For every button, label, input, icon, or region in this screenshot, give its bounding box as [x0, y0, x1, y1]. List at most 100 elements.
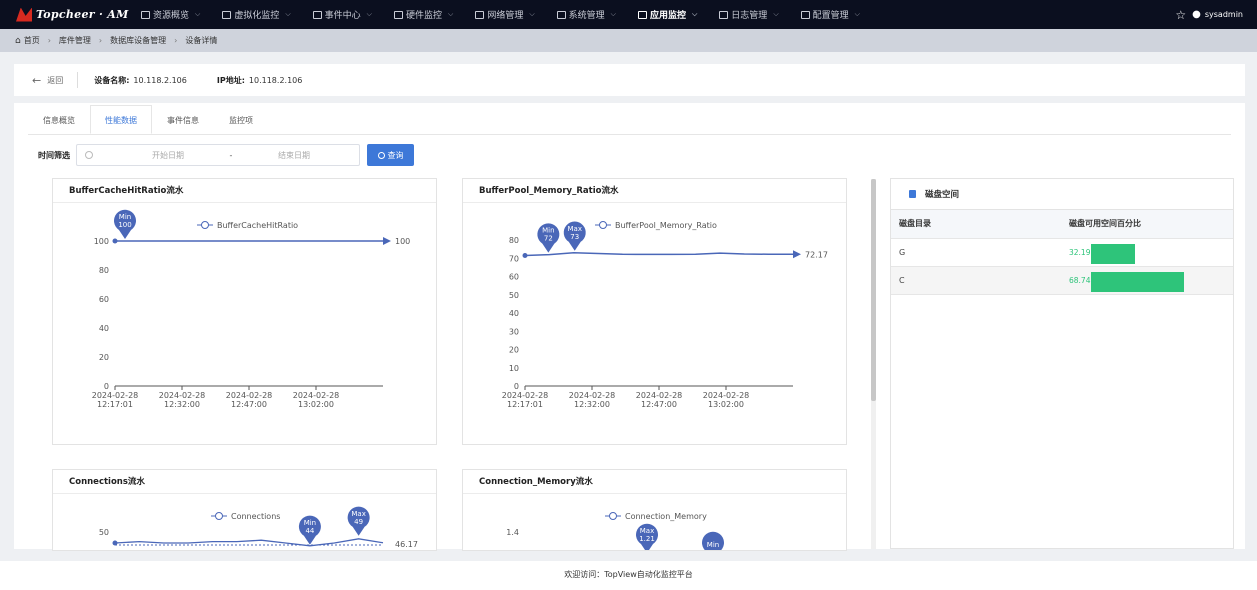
legend-entry: Connections	[231, 512, 280, 521]
y-tick-label: 20	[99, 353, 109, 362]
menu-icon	[719, 10, 729, 19]
y-tick-label: 60	[509, 273, 519, 282]
x-tick-label-time: 12:17:01	[97, 400, 133, 409]
y-tick-label: 0	[514, 382, 519, 391]
chart-card-connection-memory: Connection_Memory流水 Connection_Memory 1.4…	[462, 469, 847, 551]
search-icon	[377, 151, 385, 159]
y-tick-label: 0	[104, 382, 109, 391]
nav-item-5[interactable]: 系统管理 ⌵	[546, 0, 627, 29]
legend-marker	[609, 512, 617, 520]
chart-card-connections: Connections流水 Connections 50 46.17 Min 44 Max…	[52, 469, 437, 551]
x-tick-label-date: 2024-02-28	[636, 391, 683, 400]
tab-3[interactable]: 监控项	[214, 105, 268, 134]
max-marker-value: 1.21	[639, 535, 655, 543]
username[interactable]: sysadmin	[1205, 10, 1243, 19]
footer: 欢迎访问：TopView自动化监控平台	[0, 561, 1257, 590]
nav-item-2[interactable]: 事件中心 ⌵	[302, 0, 383, 29]
x-tick-label-date: 2024-02-28	[502, 391, 549, 400]
nav-item-6[interactable]: 应用监控 ⌵	[627, 0, 708, 29]
nav-item-label: 资源概览	[153, 11, 190, 21]
back-button[interactable]: ← 返回	[32, 72, 79, 88]
pct-bar	[1091, 243, 1135, 264]
y-tick-label: 80	[99, 266, 109, 275]
nav-item-label: 日志管理	[731, 11, 768, 21]
last-value-label: 72.17	[805, 250, 828, 259]
start-date-input[interactable]: 开始日期	[131, 150, 205, 161]
series-start-point	[522, 253, 528, 259]
end-date-input[interactable]: 结束日期	[257, 150, 331, 161]
y-tick-label: 70	[509, 254, 519, 263]
nav-item-7[interactable]: 日志管理 ⌵	[708, 0, 789, 29]
nav-item-0[interactable]: 资源概览 ⌵	[130, 0, 211, 29]
x-tick-label-time: 12:47:00	[231, 400, 267, 409]
filter-label: 时间筛选	[38, 150, 70, 160]
user-area: ☆ ● sysadmin	[1175, 0, 1243, 29]
breadcrumb-item[interactable]: 数据库设备管理	[110, 35, 166, 46]
y-tick-label: 100	[94, 237, 109, 246]
nav-item-4[interactable]: 网络管理 ⌵	[464, 0, 545, 29]
breadcrumb-item[interactable]: 库件管理	[59, 35, 91, 46]
legend-entry: BufferPool_Memory_Ratio	[615, 221, 717, 230]
chevron-right-icon: ›	[98, 36, 103, 45]
chevron-down-icon: ⌵	[195, 10, 201, 18]
menu-icon	[393, 10, 403, 19]
nav-item-8[interactable]: 配置管理 ⌵	[790, 0, 871, 29]
star-icon[interactable]: ☆	[1175, 8, 1186, 22]
nav-item-3[interactable]: 硬件监控 ⌵	[383, 0, 464, 29]
col-header-pct: 磁盘可用空间百分比	[1061, 210, 1233, 239]
scrollbar-thumb[interactable]	[871, 179, 876, 401]
date-range-picker[interactable]: 开始日期 - 结束日期	[76, 144, 360, 166]
query-button[interactable]: 查询	[367, 144, 414, 166]
y-tick-label: 40	[509, 309, 519, 318]
chart-scrollbar[interactable]	[871, 179, 876, 549]
main-panel: 信息概览 性能数据 事件信息 监控项 时间筛选 开始日期 - 结束日期 查询 Buff…	[14, 103, 1245, 551]
tab-1[interactable]: 性能数据	[90, 105, 152, 134]
legend-entry: Connection_Memory	[625, 512, 707, 521]
legend-marker	[599, 221, 607, 229]
menu-icon	[222, 10, 232, 19]
logo-mark-icon	[16, 7, 32, 22]
chart-buffercache: BufferCacheHitRatio 0 20 40 60 80 100 2024-02-2…	[92, 209, 410, 409]
disk-space-panel: 磁盘空间 磁盘目录 磁盘可用空间百分比 G 32.19 C 68.74	[890, 178, 1234, 549]
chart-title: BufferPool_Memory_Ratio流水	[463, 179, 846, 203]
date-separator: -	[229, 150, 233, 160]
nav-item-label: 硬件监控	[405, 11, 442, 21]
x-tick-label-date: 2024-02-28	[92, 391, 139, 400]
tab-0[interactable]: 信息概览	[28, 105, 90, 134]
max-marker-label: Max	[640, 527, 654, 535]
arrow-left-icon: ←	[32, 73, 42, 87]
breadcrumb-item[interactable]: 首页	[24, 35, 40, 46]
disk-pct-cell: 32.19	[1061, 238, 1233, 267]
menu-icon	[141, 10, 150, 19]
chevron-down-icon: ⌵	[773, 10, 779, 18]
tab-2[interactable]: 事件信息	[152, 105, 214, 134]
home-icon: ⌂	[15, 35, 21, 46]
chart-card-bufferpool: BufferPool_Memory_Ratio流水 BufferPool_Mem…	[462, 178, 847, 445]
chevron-down-icon: ⌵	[285, 10, 291, 18]
query-label: 查询	[387, 150, 404, 160]
nav-item-label: 应用监控	[649, 11, 686, 21]
y-tick-label: 80	[509, 236, 519, 245]
time-filter: 时间筛选 开始日期 - 结束日期 查询	[38, 143, 414, 167]
y-tick-label: 50	[99, 528, 109, 537]
chart-connection-memory: Connection_Memory 1.4 Max1.21 Min	[506, 512, 724, 550]
x-tick-label-date: 2024-02-28	[703, 391, 750, 400]
series-start-point	[112, 238, 118, 244]
x-tick-label-time: 12:17:01	[507, 400, 543, 409]
y-tick-label: 20	[509, 346, 519, 355]
last-value-label: 46.17	[395, 540, 418, 549]
logo[interactable]: Topcheer · AM	[0, 0, 130, 29]
chart-title: Connections流水	[53, 470, 436, 494]
chevron-down-icon: ⌵	[529, 10, 535, 18]
table-row: C 68.74	[891, 266, 1233, 295]
min-marker-label: Min	[304, 519, 316, 527]
col-header-dir: 磁盘目录	[891, 210, 1061, 239]
legend-entry: BufferCacheHitRatio	[217, 221, 298, 230]
nav-item-1[interactable]: 虚拟化监控 ⌵	[211, 0, 301, 29]
pct-text: 32.19	[1069, 247, 1091, 257]
x-tick-label-time: 12:32:00	[164, 400, 200, 409]
disk-pct-cell: 68.74	[1061, 266, 1233, 295]
device-name-label: 设备名称:	[94, 75, 130, 85]
chevron-down-icon: ⌵	[366, 10, 372, 18]
max-marker-label: Max	[351, 510, 365, 518]
